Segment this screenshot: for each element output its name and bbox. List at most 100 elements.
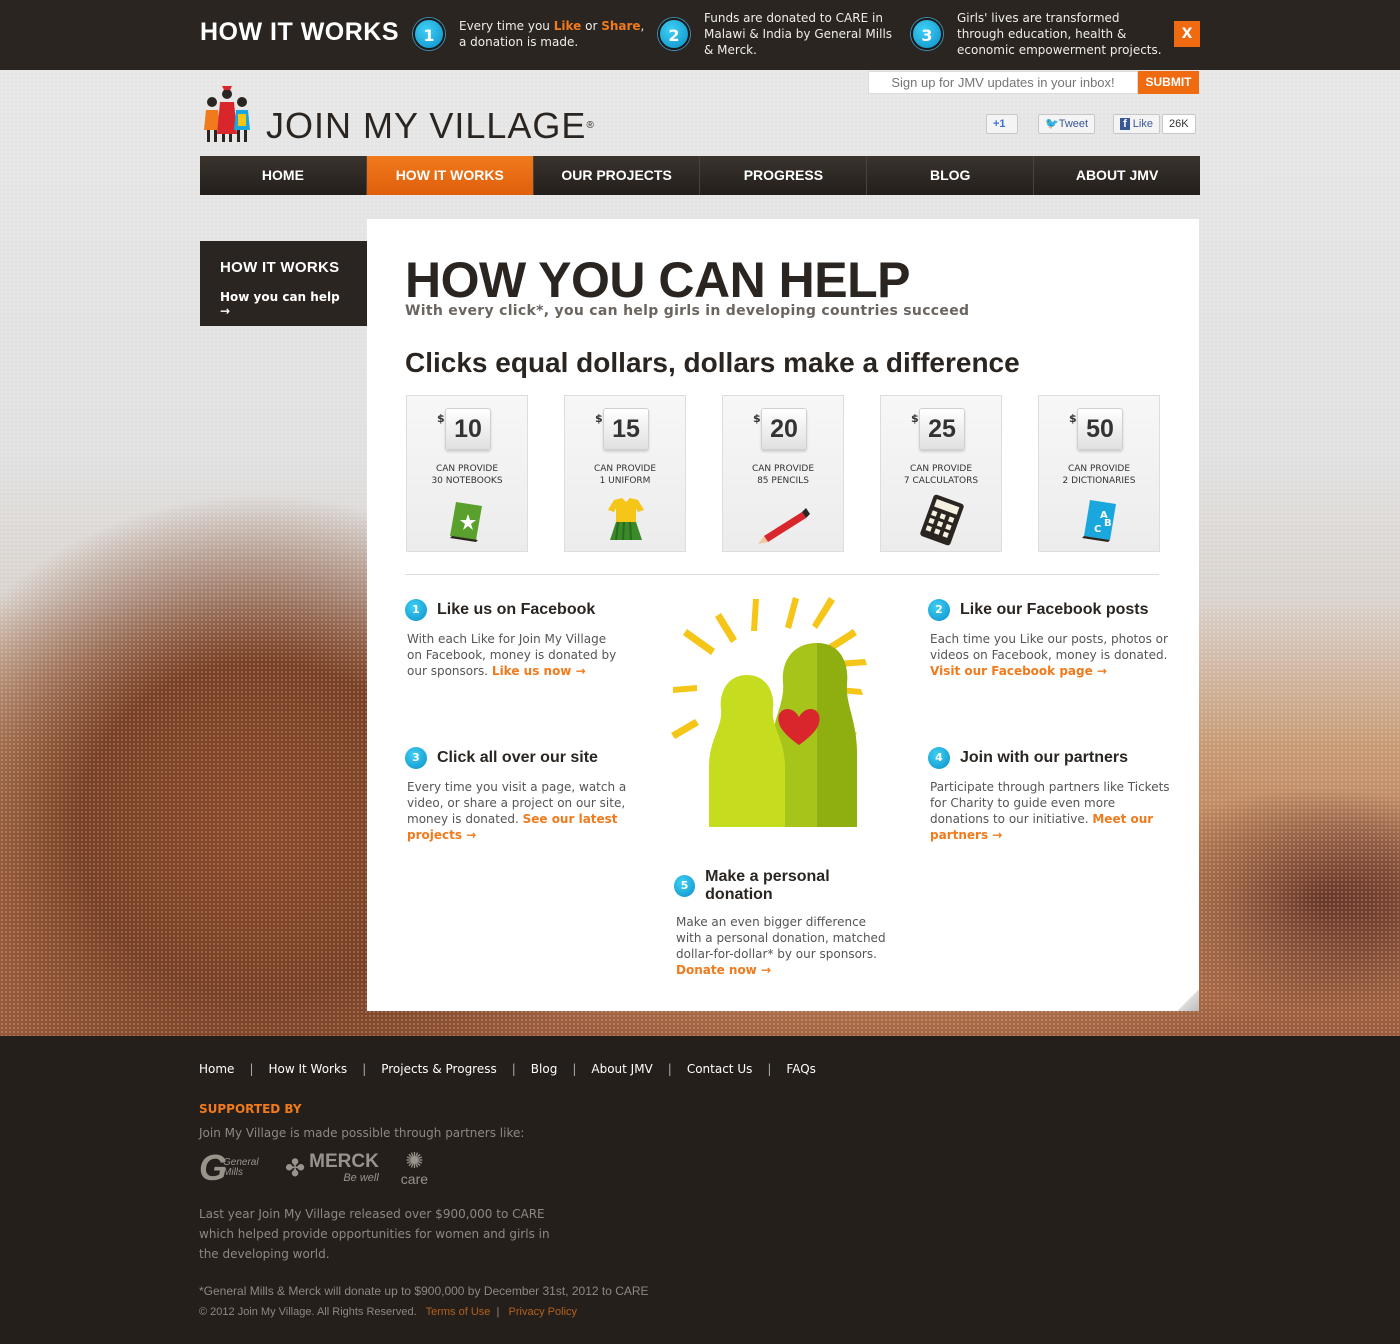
people-heart-illustration xyxy=(671,597,867,827)
dictionary-icon: A B C xyxy=(1082,500,1116,542)
footer-link-home[interactable]: Home xyxy=(199,1062,234,1076)
feature-title: Make a personal donation xyxy=(705,868,830,903)
feature-like-facebook: 1 Like us on Facebook With each Like for … xyxy=(405,599,655,679)
copyright-line: © 2012 Join My Village. All Rights Reser… xyxy=(199,1306,578,1318)
donation-amount: 15 xyxy=(603,408,649,450)
logo-text: JOIN MY VILLAGE® xyxy=(266,105,595,146)
topbar-title: HOW IT WORKS xyxy=(200,18,400,46)
footer-link-faqs[interactable]: FAQs xyxy=(786,1062,816,1076)
page-curl xyxy=(1177,989,1199,1011)
care-hands-icon: ✺ xyxy=(405,1148,424,1173)
uniform-icon xyxy=(608,498,644,541)
dollar-sign: $ xyxy=(911,412,919,425)
general-mills-logo: G General Mills xyxy=(199,1147,259,1188)
feature-number: 3 xyxy=(405,747,427,769)
feature-title: Like our Facebook posts xyxy=(960,601,1149,618)
donation-desc: CAN PROVIDE 7 CALCULATORS xyxy=(903,464,979,486)
feature-body: Participate through partners like Ticket… xyxy=(930,780,1170,842)
footer-link-projects-progress[interactable]: Projects & Progress xyxy=(381,1062,497,1076)
submit-button[interactable]: SUBMIT xyxy=(1138,71,1199,94)
like-count: 26K xyxy=(1161,114,1196,134)
dollar-sign: $ xyxy=(1069,412,1077,425)
feature-partners: 4 Join with our partners Participate thro… xyxy=(928,747,1178,843)
section-heading: Clicks equal dollars, dollars make a dif… xyxy=(405,347,1020,378)
content-panel: HOW YOU CAN HELP With every click*, you … xyxy=(367,219,1199,1011)
email-signup-input[interactable] xyxy=(868,71,1138,94)
like-us-now-link[interactable]: Like us now → xyxy=(492,664,586,678)
feature-click-site: 3 Click all over our site Every time you … xyxy=(405,747,655,843)
feature-number: 1 xyxy=(405,599,427,621)
social-buttons: +1 🐦Tweet f Like 26K xyxy=(986,114,1196,134)
facebook-icon: f xyxy=(1120,118,1130,130)
terms-link[interactable]: Terms of Use xyxy=(426,1306,491,1318)
donation-card: $ 20 CAN PROVIDE 85 PENCILS xyxy=(722,395,844,552)
footer-link-about[interactable]: About JMV xyxy=(591,1062,652,1076)
donation-amount: 10 xyxy=(445,408,491,450)
sidebar: HOW IT WORKS How you can help → xyxy=(200,241,367,326)
section-divider xyxy=(405,574,1159,575)
svg-text:B: B xyxy=(1104,518,1112,529)
logo[interactable]: JOIN MY VILLAGE® xyxy=(200,82,595,146)
visit-facebook-page-link[interactable]: Visit our Facebook page → xyxy=(930,664,1107,678)
feature-number: 4 xyxy=(928,747,950,769)
feature-body: With each Like for Join My Village on Fa… xyxy=(407,632,617,678)
pencil-icon xyxy=(758,508,810,544)
step-3: 3 Girls' lives are transformed through e… xyxy=(911,10,1162,58)
close-button[interactable]: X xyxy=(1174,21,1200,47)
footer-link-blog[interactable]: Blog xyxy=(531,1062,558,1076)
feature-number: 2 xyxy=(928,599,950,621)
nav-how-it-works[interactable]: HOW IT WORKS xyxy=(366,156,534,195)
donation-card: $ 15 CAN PROVIDE 1 UNIFORM xyxy=(564,395,686,552)
nav-blog[interactable]: BLOG xyxy=(867,156,1035,195)
page-title: HOW YOU CAN HELP xyxy=(405,252,911,308)
sidebar-link-how-you-can-help[interactable]: How you can help → xyxy=(220,290,347,318)
notebook-icon xyxy=(450,502,482,542)
nav-about-jmv[interactable]: ABOUT JMV xyxy=(1034,156,1200,195)
supported-by-heading: SUPPORTED BY xyxy=(199,1102,302,1116)
feature-title: Click all over our site xyxy=(437,749,598,766)
nav-home[interactable]: HOME xyxy=(200,156,367,195)
merck-emblem-icon: ✤ xyxy=(285,1154,306,1182)
logo-figures-icon xyxy=(204,86,250,142)
sidebar-heading: HOW IT WORKS xyxy=(220,259,340,276)
feature-title: Join with our partners xyxy=(960,749,1129,766)
facebook-like-button[interactable]: f Like xyxy=(1113,114,1160,134)
privacy-link[interactable]: Privacy Policy xyxy=(509,1306,577,1318)
nav-our-projects[interactable]: OUR PROJECTS xyxy=(534,156,701,195)
feature-personal-donation: 5 Make a personal donation Make an even b… xyxy=(674,868,894,978)
donation-desc: CAN PROVIDE 85 PENCILS xyxy=(751,464,815,486)
footer: Home | How It Works | Projects & Progress |… xyxy=(0,1036,1400,1344)
share-link[interactable]: Share xyxy=(601,19,640,33)
footer-link-how-it-works[interactable]: How It Works xyxy=(268,1062,347,1076)
release-statement: Last year Join My Village released over … xyxy=(199,1207,550,1261)
step-number: 3 xyxy=(911,18,943,50)
google-plus-one-button[interactable]: +1 xyxy=(986,114,1018,134)
partner-logos: G General Mills ✤ MERCK Be well ✺ care xyxy=(199,1147,429,1188)
footer-nav: Home | How It Works | Projects & Progress |… xyxy=(199,1062,816,1076)
feature-like-posts: 2 Like our Facebook posts Each time you L… xyxy=(928,599,1178,679)
donation-desc: CAN PROVIDE 1 UNIFORM xyxy=(593,464,657,486)
tweet-button[interactable]: 🐦Tweet xyxy=(1038,114,1096,134)
dollar-sign: $ xyxy=(753,412,761,425)
feature-body: Each time you Like our posts, photos or … xyxy=(930,632,1168,678)
donate-now-link[interactable]: Donate now → xyxy=(676,963,771,977)
donation-card: $ 10 CAN PROVIDE 30 NOTEBOOKS xyxy=(406,395,528,552)
step-number: 1 xyxy=(413,18,445,50)
nav-progress[interactable]: PROGRESS xyxy=(700,156,868,195)
step-text: Funds are donated to CARE in Malawi & In… xyxy=(704,11,893,57)
donation-amount: 50 xyxy=(1077,408,1123,450)
feature-title: Like us on Facebook xyxy=(437,601,596,618)
feature-body: Make an even bigger difference with a pe… xyxy=(676,915,886,977)
donation-card: $ 50 CAN PROVIDE 2 DICTIONARIES A B C xyxy=(1038,395,1160,552)
svg-text:C: C xyxy=(1094,524,1101,535)
step-1: 1 Every time you Like or Share, a donati… xyxy=(413,18,649,50)
calculator-icon xyxy=(920,494,964,546)
feature-number: 5 xyxy=(674,875,696,897)
donation-amount: 25 xyxy=(919,408,965,450)
how-it-works-bar: HOW IT WORKS 1 Every time you Like or Sh… xyxy=(0,0,1400,70)
footer-link-contact[interactable]: Contact Us xyxy=(687,1062,753,1076)
page-subtitle: With every click*, you can help girls in… xyxy=(405,303,970,319)
care-logo: ✺ care xyxy=(400,1148,429,1187)
disclaimer: *General Mills & Merck will donate up to… xyxy=(199,1284,649,1298)
like-link[interactable]: Like xyxy=(554,19,582,33)
